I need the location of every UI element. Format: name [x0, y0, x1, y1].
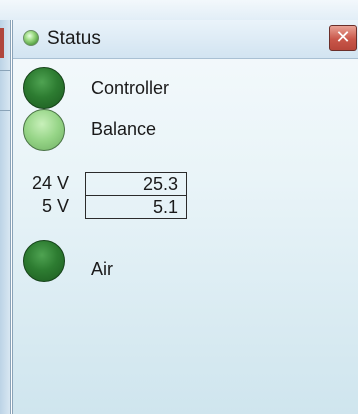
- balance-label: Balance: [91, 119, 157, 139]
- voltage-24v-value: 25.3: [85, 172, 187, 196]
- top-strip: [0, 0, 358, 20]
- edge-divider: [0, 70, 10, 71]
- controller-indicator: [23, 67, 65, 109]
- voltage-24v-label: 24 V: [31, 173, 69, 193]
- status-led-icon: [23, 30, 39, 46]
- controller-label: Controller: [91, 78, 170, 98]
- parent-close-fragment[interactable]: [0, 28, 4, 58]
- panel-title: Status: [47, 28, 101, 49]
- close-button[interactable]: ✕: [329, 25, 357, 51]
- edge-divider: [0, 110, 10, 111]
- air-indicator: [23, 240, 65, 282]
- air-label: Air: [91, 259, 113, 279]
- balance-indicator: [23, 109, 65, 151]
- voltage-5v-value: 5.1: [85, 195, 187, 219]
- parent-window-edge: [0, 20, 11, 414]
- status-panel: Status ✕ Controller Balance 24 V 25.3 5 …: [12, 20, 358, 414]
- close-icon: ✕: [335, 27, 351, 47]
- panel-titlebar[interactable]: Status ✕: [13, 20, 358, 59]
- voltage-5v-label: 5 V: [41, 196, 69, 216]
